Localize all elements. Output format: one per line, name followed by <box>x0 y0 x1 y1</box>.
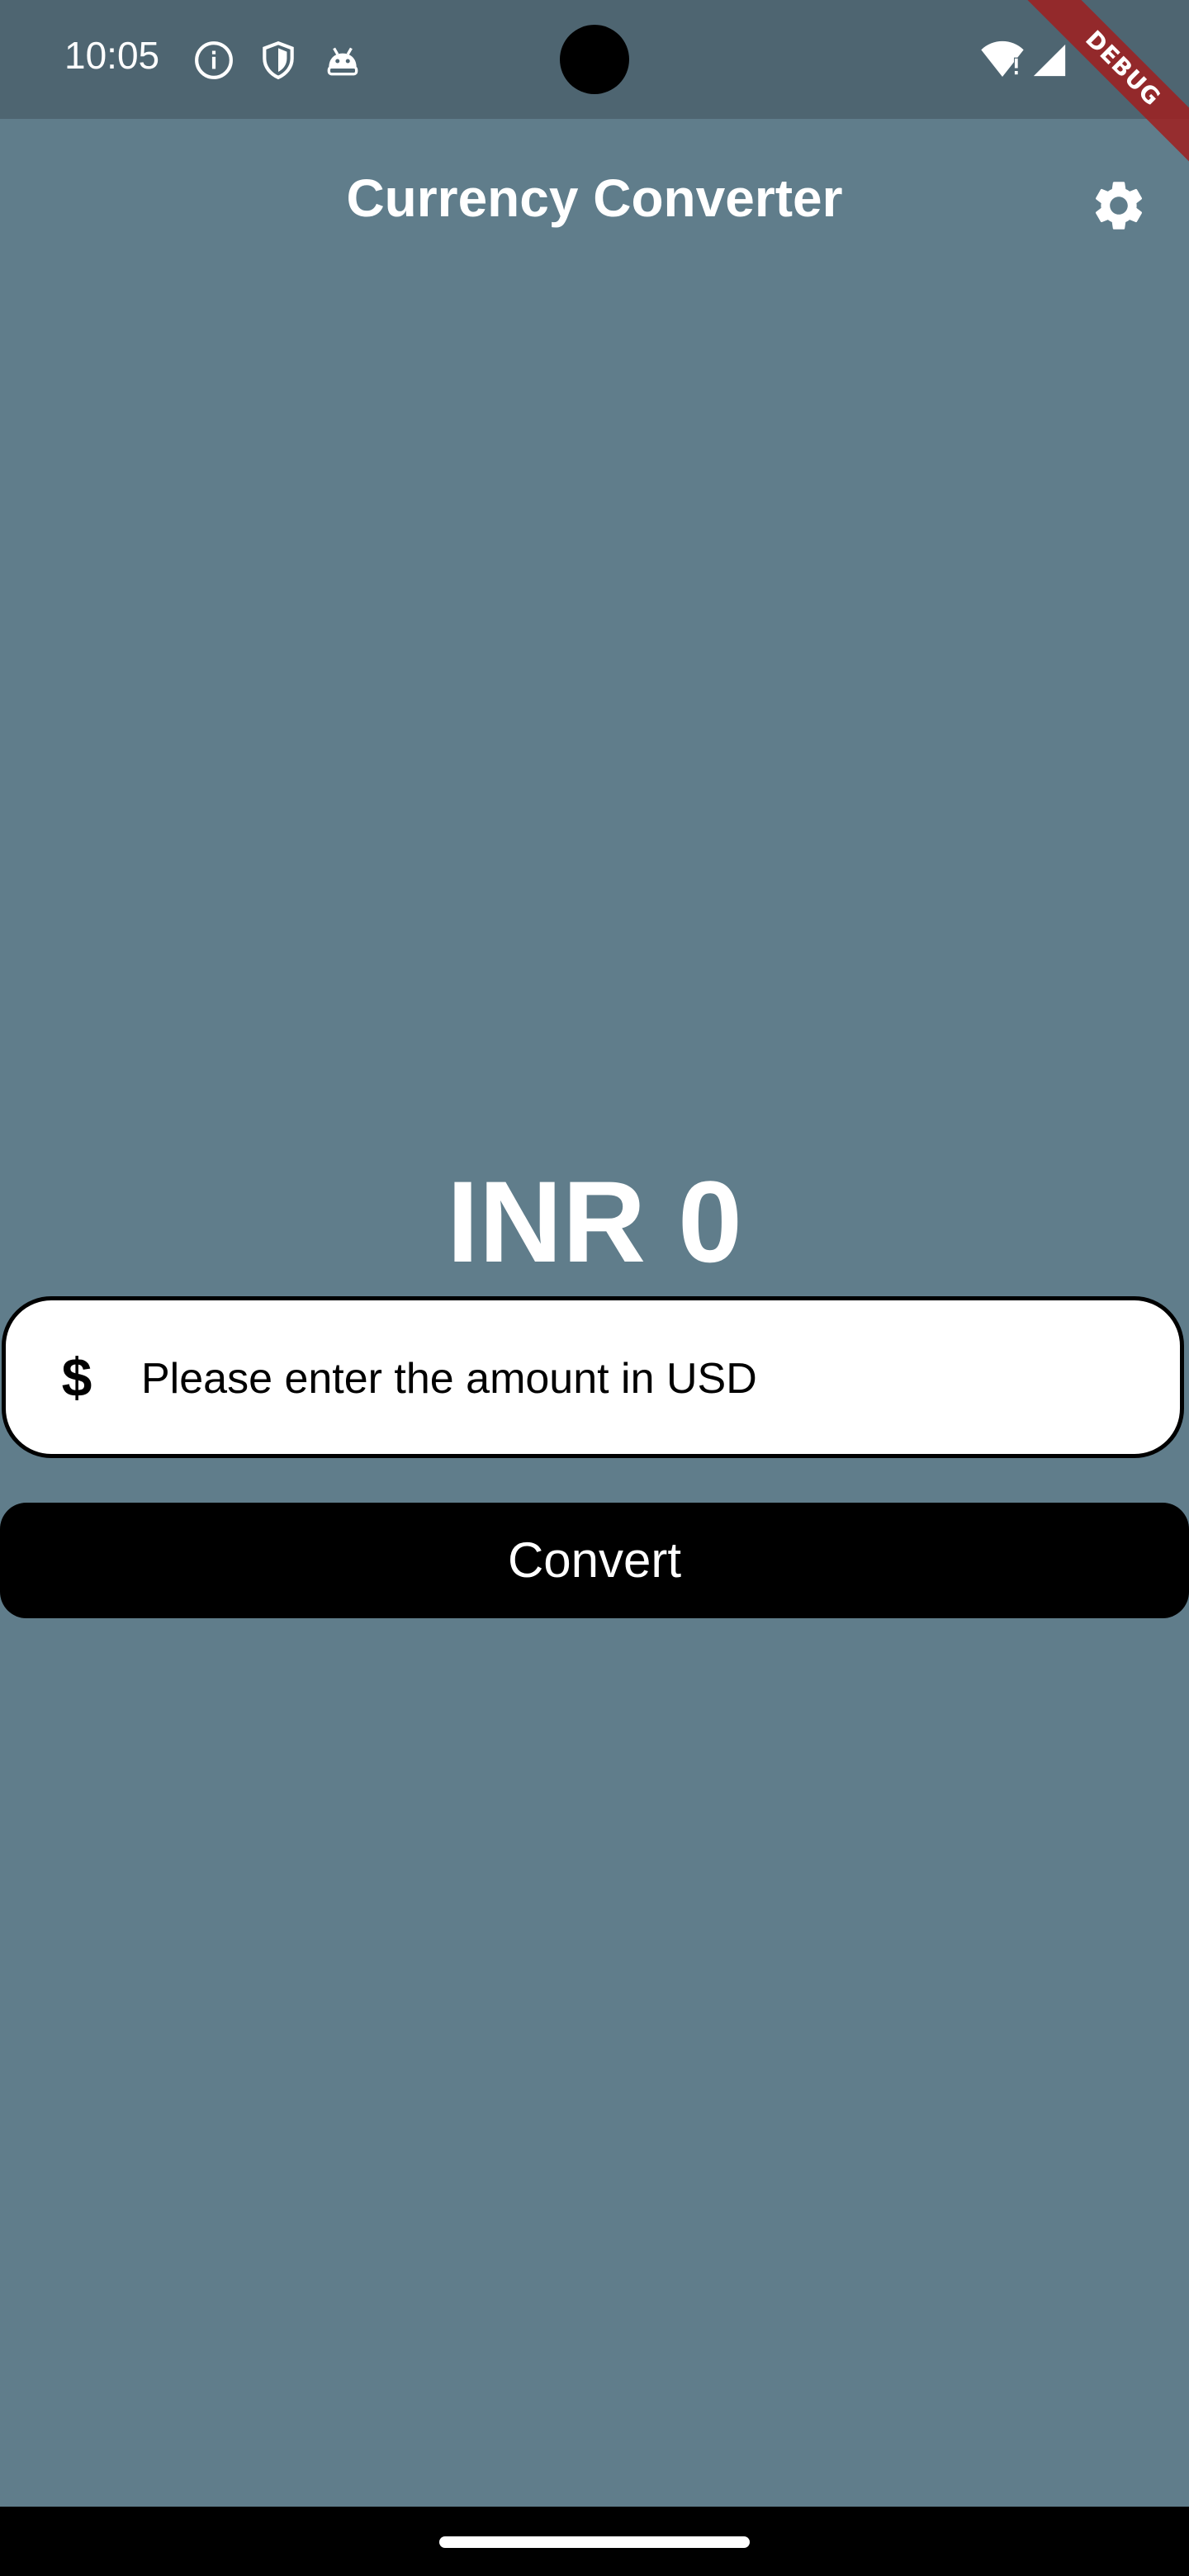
status-bar: 10:05 <box>0 0 1189 119</box>
convert-button[interactable]: Convert <box>0 1503 1189 1618</box>
camera-cutout <box>560 25 629 94</box>
amount-input[interactable] <box>141 1333 1132 1424</box>
amount-field[interactable]: $ <box>2 1296 1184 1458</box>
conversion-result: INR 0 <box>447 1157 742 1286</box>
signal-icon <box>1033 44 1066 77</box>
shield-icon <box>263 40 294 80</box>
navigation-bar <box>0 2507 1189 2576</box>
gear-icon <box>1095 182 1143 230</box>
app-bar: Currency Converter <box>0 119 1189 284</box>
status-time: 10:05 <box>64 34 160 77</box>
android-icon <box>327 47 358 76</box>
info-icon <box>195 41 233 79</box>
wifi-icon <box>981 40 1024 77</box>
page-title: Currency Converter <box>346 168 843 228</box>
settings-button[interactable] <box>1082 168 1156 243</box>
dollar-icon: $ <box>61 1347 92 1408</box>
app-screen: 10:05 DEBUG Currency Converter INR 0 $ P… <box>0 0 1189 2576</box>
home-indicator[interactable] <box>439 2536 750 2548</box>
